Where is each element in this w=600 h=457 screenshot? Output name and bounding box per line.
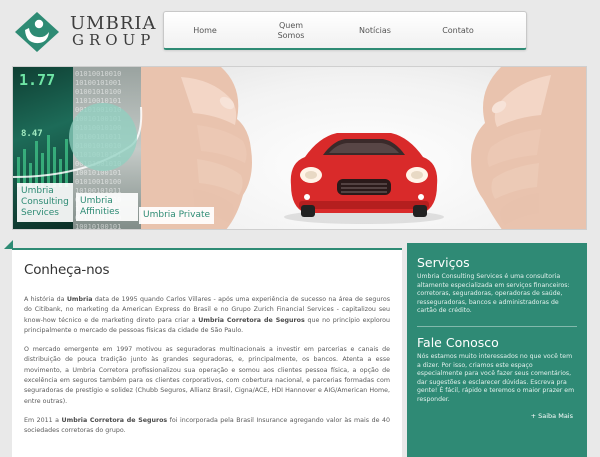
about-paragraph-2: O mercado emergente em 1997 motivou as s… — [24, 346, 390, 405]
hands-car-image — [141, 67, 586, 229]
umbria-logo-icon — [12, 10, 62, 54]
nav-home[interactable]: Home — [174, 12, 236, 49]
nav-noticias[interactable]: Notícias — [344, 12, 406, 49]
saiba-mais-link[interactable]: + Saiba Mais — [417, 412, 577, 420]
banner-link-private[interactable]: Umbria Private — [139, 207, 215, 224]
sidebar-divider — [417, 325, 577, 327]
about-p3-text-a: Em 2011 a — [24, 416, 62, 424]
nav-quem-somos[interactable]: Quem Somos — [261, 12, 321, 49]
fale-conosco-title[interactable]: Fale Conosco — [417, 335, 577, 350]
about-p1-bold-a: Umbria — [66, 296, 93, 303]
about-paragraph-3: Em 2011 a Umbria Corretora de Seguros fo… — [24, 416, 390, 437]
about-p1-text-a: A história da — [24, 296, 67, 303]
about-title: Conheça-nos — [24, 262, 110, 278]
logo[interactable]: UMBRIA GROUP — [12, 10, 157, 54]
about-paragraph-1: A história da Umbria data de 1995 quando… — [24, 295, 390, 336]
sidebar: Serviços Umbria Consulting Services é um… — [407, 243, 587, 457]
nav-contato[interactable]: Contato — [427, 12, 489, 49]
servicos-text: Umbria Consulting Services é uma consult… — [417, 273, 570, 315]
nav-quem-somos-label: Quem Somos — [277, 20, 305, 40]
brand-line2: GROUP — [72, 31, 156, 49]
banner-link-consulting[interactable]: Umbria Consulting Services — [17, 183, 73, 222]
about-p1-bold-b: Umbria Corretora de Seguros — [198, 316, 305, 324]
banner-link-affinities[interactable]: Umbria Affinities — [76, 193, 138, 221]
main-nav: Home Quem Somos Notícias Contato — [163, 11, 527, 50]
brand-name: UMBRIA GROUP — [70, 15, 157, 49]
brand-line1: UMBRIA — [70, 13, 157, 34]
about-p3-bold: Umbria Corretora de Seguros — [61, 416, 168, 424]
servicos-title[interactable]: Serviços — [417, 255, 577, 270]
hands-car-illustration — [141, 67, 586, 229]
about-section: Conheça-nos A história da Umbria data de… — [12, 248, 402, 457]
fale-conosco-text: Nós estamos muito interessados no que vo… — [417, 352, 575, 403]
hero-banner: 1.77 8.47 01010010010 10100101001 010010… — [12, 66, 587, 230]
